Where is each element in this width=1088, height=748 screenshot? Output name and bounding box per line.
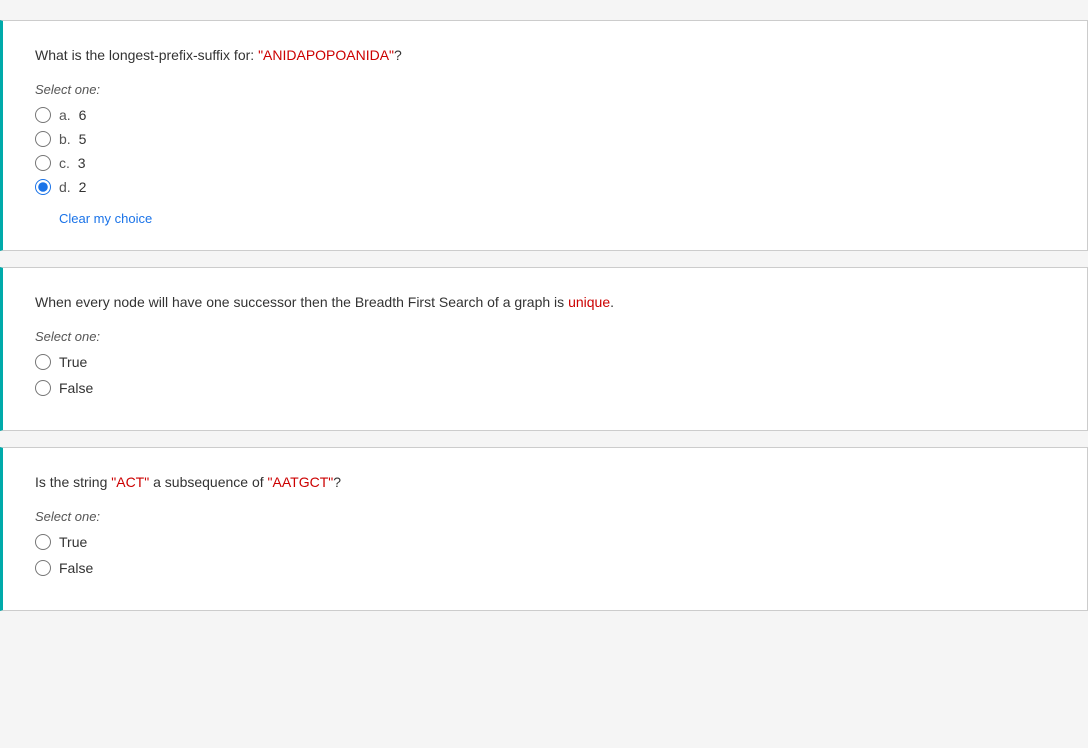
radio-q1c[interactable] (35, 155, 51, 171)
question-highlight-3a: "ACT" (111, 474, 149, 490)
option-label-1b[interactable]: b. 5 (59, 131, 86, 147)
option-label-2-true[interactable]: True (59, 354, 87, 370)
question-text-1: What is the longest-prefix-suffix for: "… (35, 45, 1055, 66)
radio-q3-false[interactable] (35, 560, 51, 576)
option-item-2-true: True (35, 354, 1055, 370)
radio-q2-true[interactable] (35, 354, 51, 370)
question-text-after-2: . (610, 294, 614, 310)
radio-q1b[interactable] (35, 131, 51, 147)
question-text-3: Is the string "ACT" a subsequence of "AA… (35, 472, 1055, 493)
options-list-1: a. 6 b. 5 c. 3 d. (35, 107, 1055, 195)
question-text-after-1: ? (394, 47, 402, 63)
option-item-2-false: False (35, 380, 1055, 396)
option-label-3-true[interactable]: True (59, 534, 87, 550)
radio-q1a[interactable] (35, 107, 51, 123)
option-item-1a: a. 6 (35, 107, 1055, 123)
question-highlight-3b: "AATGCT" (268, 474, 334, 490)
question-text-before-2: When every node will have one successor … (35, 294, 568, 310)
radio-q2-false[interactable] (35, 380, 51, 396)
question-text-middle-3: a subsequence of (149, 474, 267, 490)
options-list-2: True False (35, 354, 1055, 396)
question-highlight-2: unique (568, 294, 610, 310)
question-text-2: When every node will have one successor … (35, 292, 1055, 313)
radio-q1d[interactable] (35, 179, 51, 195)
question-card-1: What is the longest-prefix-suffix for: "… (0, 20, 1088, 251)
question-highlight-1: "ANIDAPOPOANIDA" (258, 47, 394, 63)
select-one-label-1: Select one: (35, 82, 1055, 97)
question-card-2: When every node will have one successor … (0, 267, 1088, 431)
option-label-2-false[interactable]: False (59, 380, 93, 396)
question-card-3: Is the string "ACT" a subsequence of "AA… (0, 447, 1088, 611)
option-label-3-false[interactable]: False (59, 560, 93, 576)
option-item-1d: d. 2 (35, 179, 1055, 195)
option-item-3-false: False (35, 560, 1055, 576)
option-item-1c: c. 3 (35, 155, 1055, 171)
option-label-1a[interactable]: a. 6 (59, 107, 86, 123)
question-text-before-3: Is the string (35, 474, 111, 490)
select-one-label-2: Select one: (35, 329, 1055, 344)
option-label-1c[interactable]: c. 3 (59, 155, 86, 171)
options-list-3: True False (35, 534, 1055, 576)
clear-my-choice-link-1[interactable]: Clear my choice (59, 211, 152, 226)
question-text-before-1: What is the longest-prefix-suffix for: (35, 47, 258, 63)
option-item-1b: b. 5 (35, 131, 1055, 147)
radio-q3-true[interactable] (35, 534, 51, 550)
page-container: What is the longest-prefix-suffix for: "… (0, 0, 1088, 748)
option-item-3-true: True (35, 534, 1055, 550)
option-label-1d[interactable]: d. 2 (59, 179, 86, 195)
select-one-label-3: Select one: (35, 509, 1055, 524)
question-text-after-3: ? (333, 474, 341, 490)
